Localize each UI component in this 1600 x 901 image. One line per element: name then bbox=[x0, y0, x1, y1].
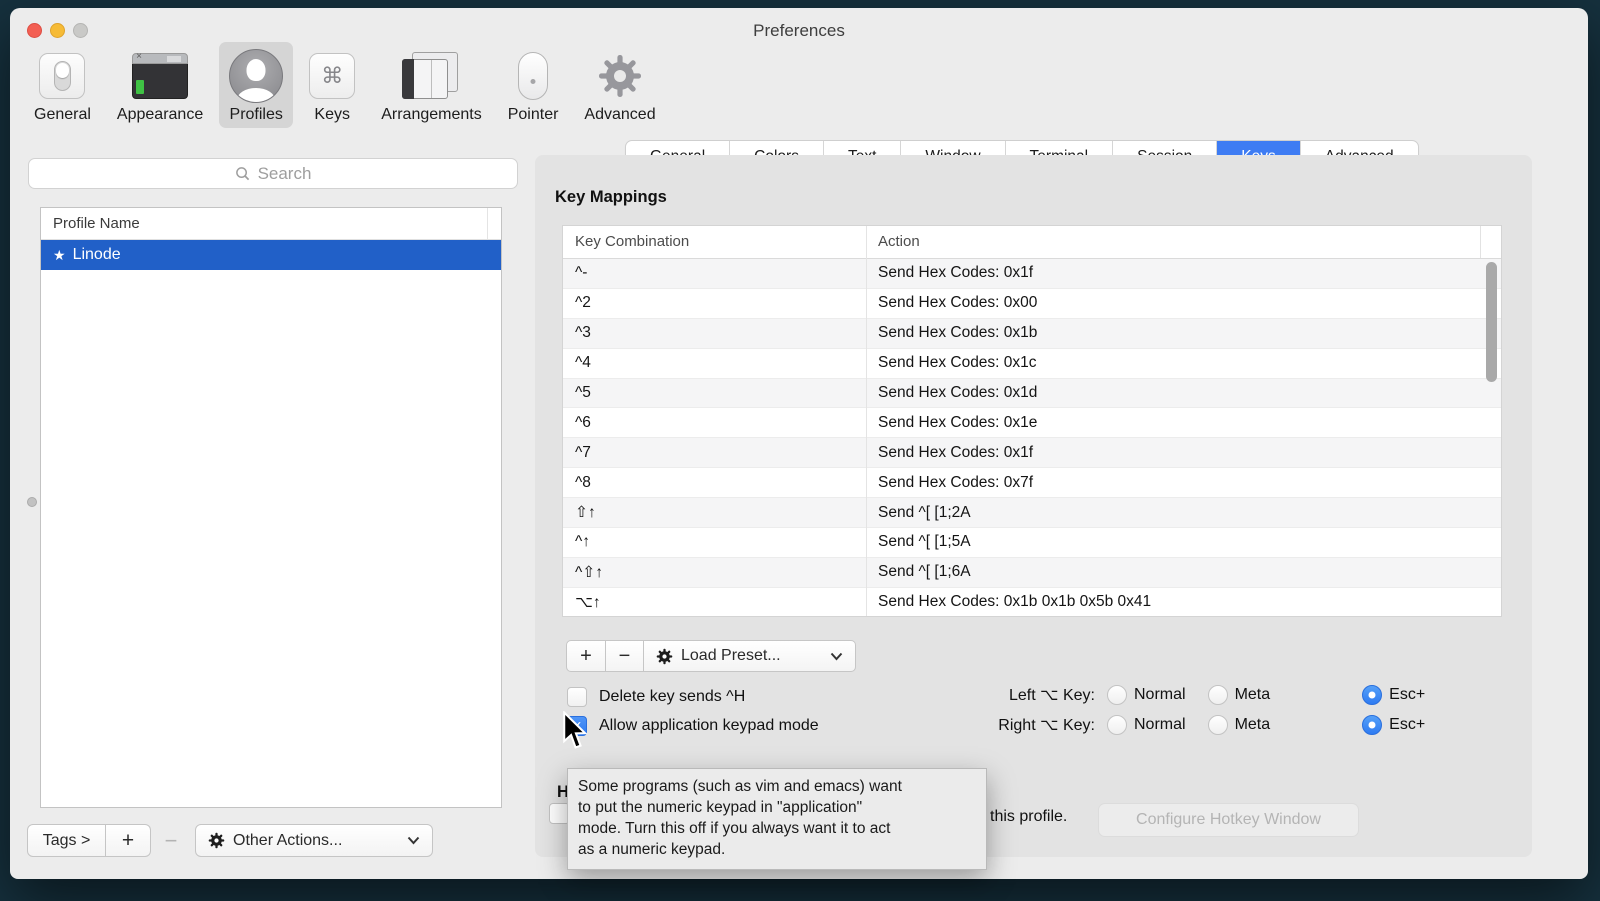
toolbar-item-label: Profiles bbox=[230, 106, 283, 124]
toolbar-item-appearance[interactable]: Appearance bbox=[107, 42, 213, 128]
left-option-key-label: Left ⌥ Key: bbox=[945, 685, 1095, 705]
profile-row-linode[interactable]: ★ Linode bbox=[41, 240, 501, 270]
toolbar-item-label: Arrangements bbox=[381, 106, 482, 124]
column-header-action[interactable]: Action bbox=[866, 226, 920, 258]
tags-button[interactable]: Tags > bbox=[27, 824, 106, 857]
radio-selected-icon bbox=[1362, 715, 1382, 735]
radio-right-meta[interactable]: Meta bbox=[1208, 715, 1271, 735]
search-placeholder: Search bbox=[258, 164, 312, 184]
toolbar-item-general[interactable]: General bbox=[24, 42, 101, 128]
table-row[interactable]: ^6Send Hex Codes: 0x1e bbox=[563, 408, 1501, 438]
profile-list-controls: Tags > + − Other Actions... bbox=[27, 824, 433, 857]
toolbar-item-advanced[interactable]: Advanced bbox=[574, 42, 665, 128]
toolbar-item-label: General bbox=[34, 106, 91, 124]
table-row[interactable]: ⌥↑Send Hex Codes: 0x1b 0x1b 0x5b 0x41 bbox=[563, 588, 1501, 617]
toolbar-item-label: Appearance bbox=[117, 106, 203, 124]
radio-icon bbox=[1107, 715, 1127, 735]
checkbox-label: Delete key sends ^H bbox=[599, 688, 745, 706]
toolbar-item-profiles[interactable]: Profiles bbox=[219, 42, 293, 128]
preferences-toolbar: General Appearance Profiles ⌘ Keys Arran… bbox=[18, 42, 666, 134]
window-title: Preferences bbox=[10, 21, 1588, 41]
left-option-key-row: Left ⌥ Key: Normal Meta Esc+ bbox=[945, 685, 1447, 705]
radio-icon bbox=[1107, 685, 1127, 705]
right-option-key-label: Right ⌥ Key: bbox=[945, 715, 1095, 735]
table-row[interactable]: ^3Send Hex Codes: 0x1b bbox=[563, 319, 1501, 349]
arrangements-windows-icon bbox=[402, 52, 460, 100]
table-row[interactable]: ^⇧↑Send ^[ [1;6A bbox=[563, 558, 1501, 588]
radio-left-normal[interactable]: Normal bbox=[1107, 685, 1186, 705]
mouse-icon bbox=[518, 52, 548, 100]
profile-list-header[interactable]: Profile Name bbox=[41, 208, 501, 240]
gear-icon bbox=[596, 52, 644, 100]
remove-profile-button: − bbox=[151, 824, 191, 857]
radio-left-meta[interactable]: Meta bbox=[1208, 685, 1271, 705]
keypad-mode-tooltip: Some programs (such as vim and emacs) wa… bbox=[567, 768, 987, 870]
table-row[interactable]: ^↑Send ^[ [1;5A bbox=[563, 528, 1501, 558]
radio-selected-icon bbox=[1362, 685, 1382, 705]
key-mapping-controls: + − Load Preset... bbox=[566, 640, 856, 672]
radio-left-esc[interactable]: Esc+ bbox=[1362, 685, 1425, 705]
table-row[interactable]: ^-Send Hex Codes: 0x1f bbox=[563, 259, 1501, 289]
keys-tab-panel: Key Mappings Key Combination Action ^-Se… bbox=[535, 155, 1532, 857]
other-actions-dropdown[interactable]: Other Actions... bbox=[195, 824, 433, 857]
section-title: Key Mappings bbox=[555, 188, 667, 207]
default-profile-star-icon: ★ bbox=[53, 247, 66, 264]
table-header: Key Combination Action bbox=[563, 226, 1501, 259]
delete-key-sends-checkbox[interactable] bbox=[567, 687, 587, 707]
scrollbar-thumb[interactable] bbox=[1486, 262, 1497, 382]
application-keypad-checkbox-row: ✓ Allow application keypad mode bbox=[567, 716, 819, 736]
toolbar-item-label: Keys bbox=[314, 106, 350, 124]
toolbar-item-pointer[interactable]: Pointer bbox=[498, 42, 569, 128]
table-row[interactable]: ⇧↑Send ^[ [1;2A bbox=[563, 498, 1501, 528]
radio-icon bbox=[1208, 685, 1228, 705]
right-option-key-row: Right ⌥ Key: Normal Meta Esc+ bbox=[945, 715, 1447, 735]
search-input[interactable]: Search bbox=[28, 158, 518, 189]
toolbar-item-arrangements[interactable]: Arrangements bbox=[371, 42, 492, 128]
key-mappings-table: Key Combination Action ^-Send Hex Codes:… bbox=[562, 225, 1502, 617]
hotkey-text-fragment: this profile. bbox=[990, 808, 1067, 826]
search-icon bbox=[235, 166, 250, 181]
profile-list: Profile Name ★ Linode bbox=[40, 207, 502, 808]
gear-icon bbox=[656, 648, 673, 665]
column-header-key-combination[interactable]: Key Combination bbox=[563, 226, 866, 258]
remove-key-mapping-button[interactable]: − bbox=[606, 640, 644, 672]
radio-right-normal[interactable]: Normal bbox=[1107, 715, 1186, 735]
delete-key-sends-checkbox-row: Delete key sends ^H bbox=[567, 687, 745, 707]
command-key-icon: ⌘ bbox=[309, 53, 355, 99]
toolbar-item-keys[interactable]: ⌘ Keys bbox=[299, 42, 365, 128]
table-row[interactable]: ^4Send Hex Codes: 0x1c bbox=[563, 349, 1501, 379]
column-separator bbox=[487, 208, 488, 239]
chevron-down-icon bbox=[830, 652, 843, 661]
toolbar-item-label: Advanced bbox=[584, 106, 655, 124]
profile-name: Linode bbox=[73, 246, 121, 264]
radio-right-esc[interactable]: Esc+ bbox=[1362, 715, 1425, 735]
table-row[interactable]: ^7Send Hex Codes: 0x1f bbox=[563, 438, 1501, 468]
general-toggle-icon bbox=[39, 53, 85, 99]
mouse-cursor bbox=[562, 711, 588, 757]
add-profile-button[interactable]: + bbox=[106, 824, 151, 857]
window-edge-dot bbox=[27, 497, 37, 507]
profiles-person-icon bbox=[229, 49, 283, 103]
appearance-window-icon bbox=[132, 53, 188, 99]
column-separator bbox=[1480, 226, 1481, 258]
titlebar[interactable]: Preferences bbox=[10, 8, 1588, 46]
add-key-mapping-button[interactable]: + bbox=[566, 640, 606, 672]
gear-icon bbox=[208, 832, 225, 849]
preferences-window: Preferences General Appearance Profiles … bbox=[10, 8, 1588, 879]
configure-hotkey-window-button: Configure Hotkey Window bbox=[1098, 803, 1359, 837]
chevron-down-icon bbox=[407, 836, 420, 845]
radio-icon bbox=[1208, 715, 1228, 735]
table-row[interactable]: ^2Send Hex Codes: 0x00 bbox=[563, 289, 1501, 319]
checkbox-label: Allow application keypad mode bbox=[599, 717, 819, 735]
table-row[interactable]: ^8Send Hex Codes: 0x7f bbox=[563, 468, 1501, 498]
load-preset-dropdown[interactable]: Load Preset... bbox=[644, 640, 856, 672]
table-row[interactable]: ^5Send Hex Codes: 0x1d bbox=[563, 379, 1501, 409]
toolbar-item-label: Pointer bbox=[508, 106, 559, 124]
column-separator bbox=[866, 226, 867, 616]
